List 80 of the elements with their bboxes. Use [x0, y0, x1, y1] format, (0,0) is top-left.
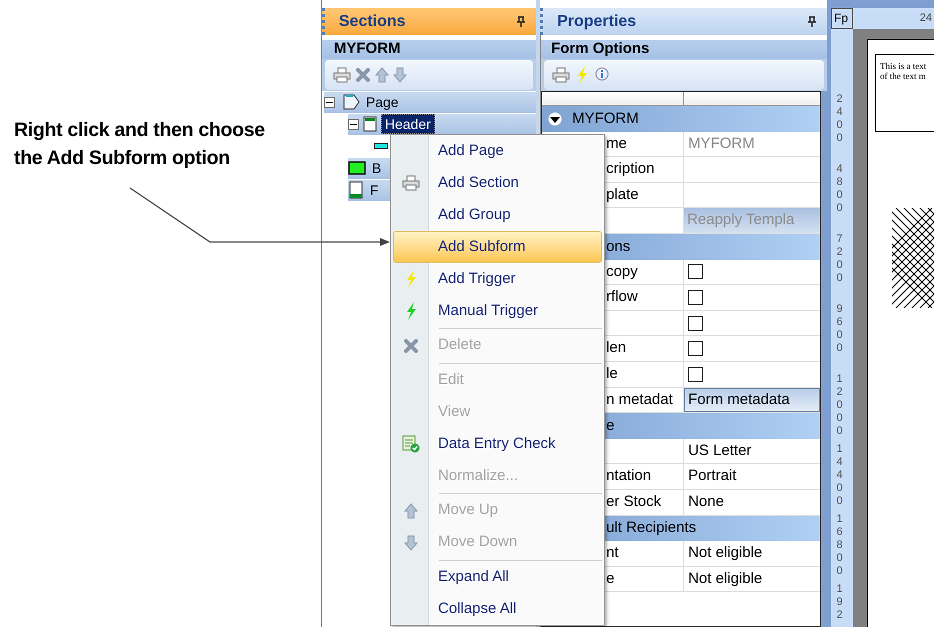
- menu-item[interactable]: Add Group: [393, 199, 602, 231]
- tree-item[interactable]: B: [368, 159, 384, 177]
- category-label: MYFORM: [572, 108, 639, 129]
- checkbox[interactable]: [688, 316, 704, 331]
- property-value: None: [688, 492, 724, 512]
- ruler-label: 12000: [836, 373, 844, 438]
- ruler-label: 4800: [836, 163, 844, 215]
- menu-item[interactable]: Expand All: [393, 561, 602, 593]
- down-arrow-icon: [404, 534, 418, 550]
- up-arrow-icon: [374, 67, 389, 83]
- ruler-label: 7200: [836, 233, 844, 285]
- property-value: Not eligible: [688, 568, 762, 589]
- property-label: e: [606, 568, 614, 589]
- property-label: len: [606, 338, 626, 358]
- checklist-icon: [402, 435, 420, 453]
- pin-icon[interactable]: [807, 16, 817, 28]
- ruler-label: 16800: [836, 513, 844, 578]
- property-label: nt: [606, 543, 619, 564]
- ruler-label: 9600: [836, 303, 844, 355]
- up-arrow-icon: [404, 502, 418, 518]
- menu-item[interactable]: Add Section: [393, 167, 602, 199]
- property-value: US Letter: [688, 440, 752, 461]
- collapse-icon[interactable]: [548, 112, 562, 126]
- ruler-label: 192: [836, 583, 844, 622]
- property-label: cription: [606, 159, 654, 180]
- checkbox[interactable]: [688, 341, 704, 356]
- section-icon: [362, 116, 378, 132]
- property-value: Not eligible: [688, 543, 762, 564]
- ruler-label: 2400: [836, 93, 844, 145]
- close-icon: [354, 67, 371, 83]
- printer-icon[interactable]: [402, 175, 420, 191]
- property-label: rflow: [606, 287, 638, 308]
- category-label: ons: [606, 236, 630, 257]
- ruler-label: 24: [920, 11, 932, 26]
- lightning-icon: [405, 302, 417, 320]
- category-row[interactable]: MYFORM: [542, 106, 820, 132]
- down-arrow-icon: [392, 67, 407, 83]
- property-label: n metadat: [606, 390, 673, 410]
- menu-item[interactable]: Manual Trigger: [393, 295, 602, 327]
- tree-item[interactable]: Page: [362, 93, 402, 111]
- field-icon: [374, 142, 388, 150]
- canvas-text: This is a text: [880, 61, 928, 71]
- property-label: le: [606, 364, 618, 384]
- annotation-text: Right click and then choose the Add Subform option: [14, 118, 266, 171]
- panel-title: Sections: [338, 12, 406, 32]
- panel-title: Properties: [557, 12, 636, 32]
- ruler-label: 14400: [836, 443, 844, 508]
- checkbox[interactable]: [688, 264, 704, 280]
- subtitle-bar: Form Options: [541, 40, 827, 59]
- printer-icon[interactable]: [552, 67, 570, 83]
- checkbox[interactable]: [688, 290, 704, 305]
- property-label: er Stock: [606, 492, 662, 512]
- close-icon: [403, 338, 419, 354]
- menu-item[interactable]: Add Page: [393, 135, 602, 167]
- checkbox[interactable]: [688, 366, 704, 382]
- menu-item[interactable]: Collapse All: [393, 593, 602, 625]
- property-label: ntation: [606, 466, 652, 486]
- printer-icon[interactable]: [332, 67, 351, 83]
- dropdown-field[interactable]: Form metadata: [684, 388, 820, 412]
- lightning-icon: [405, 270, 417, 288]
- tree-item[interactable]: F: [366, 181, 382, 199]
- menu-item[interactable]: Add Trigger: [393, 263, 602, 295]
- property-value: Portrait: [688, 466, 736, 486]
- expander[interactable]: [348, 118, 359, 130]
- property-label: copy: [606, 262, 638, 282]
- property-label: plate: [606, 184, 639, 205]
- tree-item[interactable]: Header: [380, 114, 435, 134]
- menu-item[interactable]: Add Subform: [393, 231, 602, 263]
- property-value: MYFORM: [688, 134, 755, 154]
- section-icon: [348, 161, 366, 175]
- category-label: e: [606, 416, 614, 436]
- category-label: ult Recipients: [606, 518, 696, 538]
- section-icon: [348, 181, 364, 199]
- property-label: me: [606, 134, 627, 154]
- canvas-text: of the text m: [880, 71, 927, 81]
- pin-icon[interactable]: [516, 16, 526, 28]
- ruler-corner: Fp: [831, 8, 853, 29]
- form-name-bar: MYFORM: [322, 40, 536, 59]
- expander[interactable]: [324, 96, 335, 108]
- info-icon[interactable]: [594, 67, 610, 83]
